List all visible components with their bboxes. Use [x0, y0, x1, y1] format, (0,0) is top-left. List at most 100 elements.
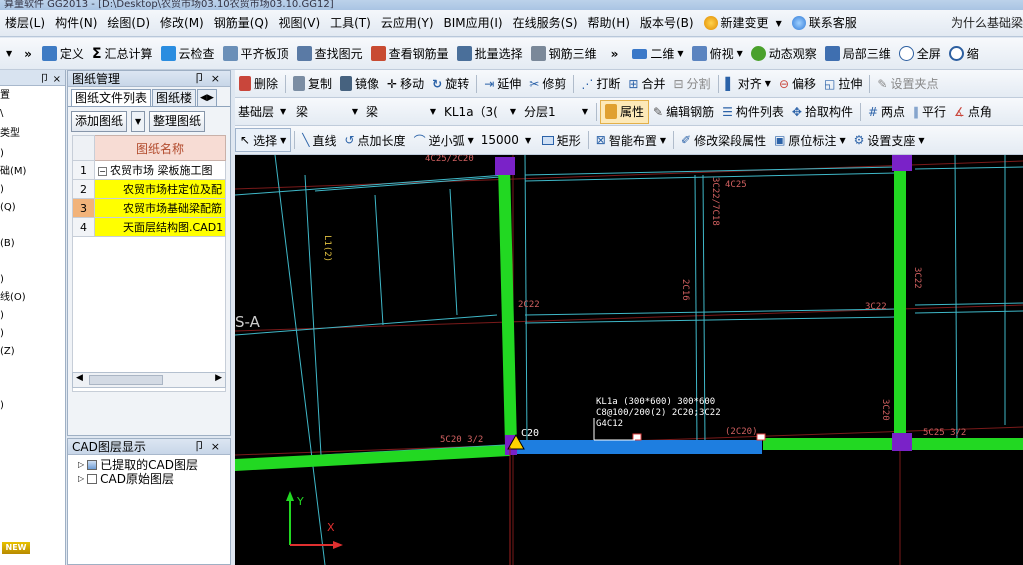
type-select[interactable]: 梁 ▼ [363, 101, 439, 122]
drawing-canvas[interactable]: 4C25/2C20 4C25 2C22 3C22 5C20 3/2 5C25 3… [235, 155, 1023, 565]
scroll-left-icon[interactable]: ◀ [76, 373, 83, 383]
selected-beam[interactable] [510, 440, 762, 454]
tree-item[interactable]: 础(M) [0, 162, 65, 180]
search-question-text[interactable]: 为什么基础梁 [946, 10, 1023, 36]
radius-input[interactable]: 15000 ▼ [478, 130, 536, 151]
menu-bim[interactable]: BIM应用(I) [439, 10, 508, 36]
point-length-button[interactable]: ↺ 点加长度 [340, 128, 409, 152]
column[interactable] [495, 157, 515, 175]
tab-drawing-file-list[interactable]: 图纸文件列表 [71, 89, 152, 106]
layer-select[interactable]: 分层1 ▼ [521, 101, 591, 122]
panel-controls[interactable]: 卩× [194, 71, 226, 87]
table-row-selected[interactable]: 3 农贸市场基础梁配筋 [72, 198, 226, 218]
edit-rebar-button[interactable]: ✎ 编辑钢筋 [649, 100, 718, 124]
table-row[interactable]: 4 天面层结构图.CAD1 [72, 217, 226, 237]
menu-online[interactable]: 在线服务(S) [508, 10, 583, 36]
break-button[interactable]: ⋰ 打断 [577, 72, 624, 96]
merge-button[interactable]: ⊞ 合并 [624, 72, 669, 96]
find-element-button[interactable]: 查找图元 [293, 42, 367, 66]
menu-help[interactable]: 帮助(H) [583, 10, 635, 36]
tree-item[interactable]: ) [0, 180, 65, 198]
grip-point[interactable] [756, 433, 766, 441]
tree-item[interactable]: ) [0, 324, 65, 342]
add-drawing-dropdown[interactable]: ▼ [131, 110, 146, 132]
menu-component[interactable]: 构件(N) [50, 10, 102, 36]
dynamic-view-button[interactable]: 动态观察 [747, 42, 821, 66]
grip-point-button[interactable]: ✎ 设置夹点 [873, 72, 942, 96]
stretch-button[interactable]: ◱ 拉伸 [820, 72, 866, 96]
tree-item[interactable]: (Z) [0, 342, 65, 360]
pick-component-button[interactable]: ✥ 拾取构件 [788, 100, 857, 124]
organize-drawing-button[interactable]: 整理图纸 [149, 110, 206, 132]
parallel-button[interactable]: ∥ 平行 [909, 100, 950, 124]
summary-calc-button[interactable]: Σ 汇总计算 [88, 42, 157, 66]
menu-modify[interactable]: 修改(M) [155, 10, 209, 36]
menu-tools[interactable]: 工具(T) [325, 10, 376, 36]
extend-button[interactable]: ⇥ 延伸 [480, 72, 525, 96]
layer-checkbox[interactable] [87, 474, 98, 484]
rebar-3d-button[interactable]: 钢筋三维 [527, 42, 601, 66]
scrollbar-thumb[interactable] [89, 375, 163, 385]
modify-beam-segment-button[interactable]: ✐ 修改梁段属性 [677, 128, 770, 152]
table-row[interactable]: 2 农贸市场柱定位及配 [72, 179, 226, 199]
view-rebar-button[interactable]: 查看钢筋量 [367, 42, 453, 66]
beam-vertical-left[interactable] [498, 165, 517, 445]
toolbar-chevron-icon[interactable]: » [18, 47, 38, 61]
two-point-button[interactable]: # 两点 [864, 100, 909, 124]
menu-new-change[interactable]: 新建变更 ▼ [699, 10, 787, 36]
category-select[interactable]: 梁 ▼ [293, 101, 361, 122]
overflow-dropdown-icon[interactable]: ▼ [0, 49, 18, 58]
tree-item[interactable]: ) [0, 396, 65, 414]
line-tool-button[interactable]: ╲ 直线 [298, 128, 340, 152]
table-row[interactable]: 1 − 农贸市场 梁板施工图 [72, 160, 226, 180]
column-header-drawing-name[interactable]: 图纸名称 [94, 135, 226, 161]
tree-item[interactable]: (B) [0, 234, 65, 252]
tree-item[interactable]: ) [0, 270, 65, 288]
cad-layer-original[interactable]: ▷ CAD原始图层 [68, 472, 230, 486]
component-list-button[interactable]: ☰ 构件列表 [718, 100, 788, 124]
add-drawing-button[interactable]: 添加图纸 [71, 110, 128, 132]
horizontal-scrollbar[interactable]: ◀ ▶ [72, 372, 226, 388]
expand-icon[interactable]: ▷ [78, 458, 84, 472]
tab-drawing-floor[interactable]: 图纸楼 [152, 89, 197, 106]
element-select[interactable]: KL1a（3(▼ [441, 101, 519, 122]
rotate-button[interactable]: ↻ 旋转 [428, 72, 473, 96]
column[interactable] [892, 155, 912, 171]
arc-tool-button[interactable]: ⌒ 逆小弧 ▼ [410, 128, 478, 152]
tree-item[interactable]: 线(O) [0, 288, 65, 306]
mirror-button[interactable]: 镜像 [336, 72, 383, 96]
batch-select-button[interactable]: 批量选择 [453, 42, 527, 66]
expand-icon[interactable]: ▷ [78, 472, 84, 486]
move-button[interactable]: ✛ 移动 [383, 72, 428, 96]
define-button[interactable]: 定义 [38, 42, 88, 66]
cad-layer-extracted[interactable]: ▷ 已提取的CAD图层 [68, 458, 230, 472]
tree-item[interactable]: ) [0, 306, 65, 324]
zoom-button[interactable]: 缩 [945, 42, 983, 66]
tab-scroll-arrows[interactable]: ◀▶ [197, 89, 217, 106]
tree-item[interactable]: ) [0, 144, 65, 162]
menu-view[interactable]: 视图(V) [274, 10, 326, 36]
beam-bottom-left[interactable] [235, 445, 510, 471]
tree-item[interactable]: 置 [0, 86, 65, 104]
menu-version[interactable]: 版本号(B) [635, 10, 699, 36]
align-button[interactable]: ▌ 对齐 ▼ [722, 72, 775, 96]
collapse-icon[interactable]: − [98, 167, 107, 176]
properties-button[interactable]: 属性 [600, 99, 650, 124]
menu-draw[interactable]: 绘图(D) [102, 10, 155, 36]
menu-cloud[interactable]: 云应用(Y) [376, 10, 439, 36]
tree-item[interactable] [0, 252, 65, 270]
point-angle-button[interactable]: ∡ 点角 [950, 100, 996, 124]
panel-controls[interactable]: 卩× [194, 439, 226, 455]
top-view-button[interactable]: 俯视 ▼ [688, 42, 747, 66]
local-3d-button[interactable]: 局部三维 [821, 42, 895, 66]
drawing-name-cell[interactable]: 农贸市场柱定位及配 [94, 179, 226, 199]
tree-item[interactable]: \ [0, 104, 65, 122]
cloud-check-button[interactable]: 云检查 [157, 42, 219, 66]
fullscreen-button[interactable]: 全屏 [895, 42, 945, 66]
tree-item[interactable]: (Q) [0, 198, 65, 216]
cad-drawing[interactable]: 4C25/2C20 4C25 2C22 3C22 5C20 3/2 5C25 3… [235, 155, 1023, 565]
rectangle-tool-button[interactable]: 矩形 [538, 128, 585, 152]
menu-rebar[interactable]: 钢筋量(Q) [209, 10, 274, 36]
tree-item[interactable] [0, 378, 65, 396]
set-support-button[interactable]: ⚙ 设置支座 ▼ [850, 128, 929, 152]
